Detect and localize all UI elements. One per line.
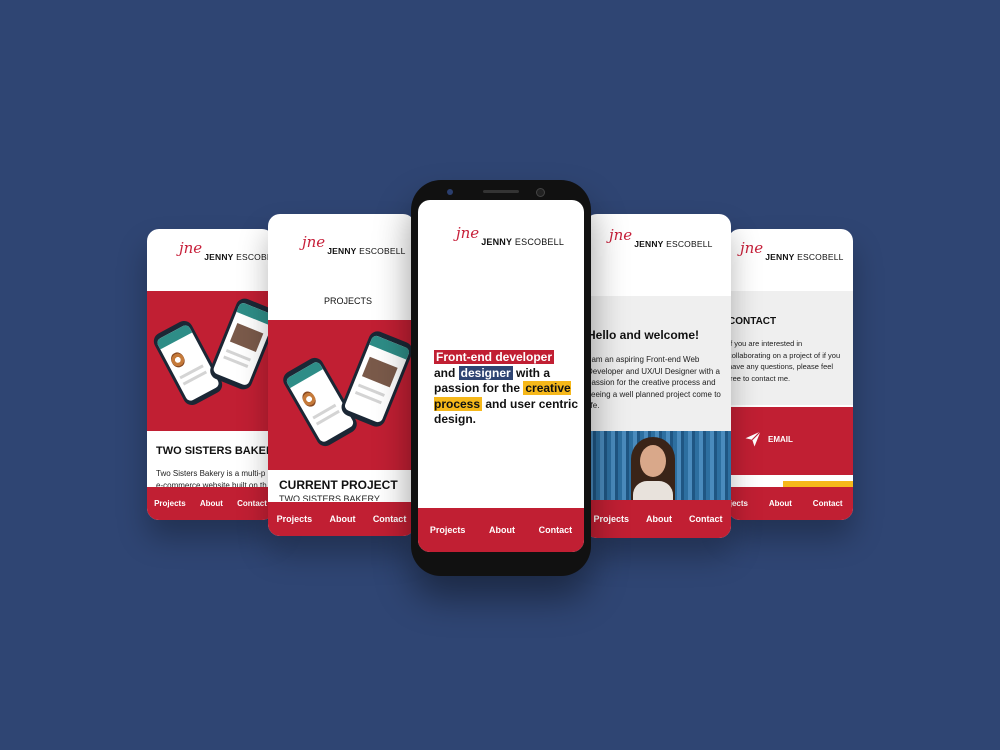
earpiece [483, 190, 519, 193]
email-button[interactable]: EMAIL [728, 407, 853, 475]
logo-signature: jne [179, 239, 203, 257]
avatar [627, 437, 679, 500]
logo: jne JENNY ESCOBELL [179, 241, 274, 263]
nav-contact[interactable]: Contact [237, 499, 267, 508]
phone-screen: jne JENNY ESCOBELL Front-end developer a… [418, 200, 584, 552]
logo-first-name: JENNY [481, 237, 513, 247]
mockup-phone-2 [338, 328, 415, 430]
logo-first-name: JENNY [204, 252, 234, 262]
hero-highlight-designer: designer [458, 365, 513, 380]
projects-section-label: PROJECTS [324, 296, 373, 306]
hero-text-and: and [434, 365, 459, 380]
bottom-nav: Projects About Contact [585, 500, 731, 538]
about-description: I am an aspiring Front-end Web Developer… [587, 355, 721, 410]
logo-signature: jne [456, 224, 480, 242]
paper-plane-icon [745, 431, 761, 447]
logo-signature: jne [609, 226, 633, 244]
nav-about[interactable]: About [330, 514, 356, 524]
logo-first-name: JENNY [765, 252, 795, 262]
nav-about[interactable]: About [489, 525, 515, 535]
nav-about[interactable]: About [769, 499, 792, 508]
nav-contact[interactable]: Contact [689, 514, 723, 524]
logo-first-name: JENNY [634, 239, 664, 249]
logo-last-name: ESCOBELL [514, 237, 565, 247]
bottom-nav: Projects About Contact [418, 508, 584, 552]
card-about: jne JENNY ESCOBELL Hello and welcome! I … [585, 214, 731, 538]
nav-projects[interactable]: Projects [154, 499, 186, 508]
contact-description: If you are interested in collaborating o… [728, 339, 841, 383]
logo: jne JENNY ESCOBELL [609, 228, 713, 250]
nav-contact[interactable]: Contact [813, 499, 843, 508]
current-project-subtitle: TWO SISTERS BAKERY [279, 494, 380, 501]
project-title: TWO SISTERS BAKERY [156, 445, 274, 457]
logo: jne JENNY ESCOBELL [302, 235, 406, 257]
bottom-nav: Projects About Contact [268, 502, 415, 536]
card-projects: jne JENNY ESCOBELL PROJECTS CURRENT PROJ… [268, 214, 415, 536]
about-section: Hello and welcome! I am an aspiring Fron… [585, 296, 731, 431]
logo-last-name: ESCOBELL [797, 252, 844, 262]
front-camera [447, 189, 453, 195]
card-bakery-detail: jne JENNY ESCOBELL TWO SISTERS BAKERY Tw… [147, 229, 274, 520]
nav-about[interactable]: About [200, 499, 223, 508]
card-contact: jne JENNY ESCOBELL CONTACT If you are in… [728, 229, 853, 520]
profile-photo [585, 431, 731, 500]
nav-contact[interactable]: Contact [539, 525, 573, 535]
project-hero-image [147, 291, 274, 431]
logo-last-name: ESCOBELL [359, 246, 406, 256]
logo-signature: jne [740, 239, 764, 257]
nav-contact[interactable]: Contact [373, 514, 407, 524]
contact-title: CONTACT [728, 316, 777, 327]
hero-tagline: Front-end developer and designer with a … [434, 350, 584, 428]
nav-about[interactable]: About [646, 514, 672, 524]
bottom-nav: Projects About Contact [728, 487, 853, 520]
nav-projects[interactable]: Projects [277, 514, 313, 524]
current-project-title: CURRENT PROJECT [279, 478, 398, 492]
logo: jne JENNY ESCOBELL [456, 226, 565, 248]
mockup-phone-2 [207, 295, 274, 393]
nav-projects[interactable]: Projects [430, 525, 466, 535]
logo-last-name: ESCOBELL [666, 239, 713, 249]
logo-signature: jne [302, 233, 326, 251]
phone-frame: jne JENNY ESCOBELL Front-end developer a… [411, 180, 591, 576]
logo-first-name: JENNY [327, 246, 357, 256]
project-hero-image [268, 320, 415, 470]
about-title: Hello and welcome! [587, 328, 700, 342]
nav-projects[interactable]: Projects [728, 499, 748, 508]
camera-lens [536, 188, 545, 197]
nav-projects[interactable]: Projects [593, 514, 629, 524]
bottom-nav: Projects About Contact [147, 487, 274, 520]
hero-highlight-role: Front-end developer [434, 350, 555, 364]
email-label: EMAIL [768, 435, 793, 444]
logo: jne JENNY ESCOBELL [740, 241, 844, 263]
contact-section: CONTACT If you are interested in collabo… [728, 291, 853, 405]
